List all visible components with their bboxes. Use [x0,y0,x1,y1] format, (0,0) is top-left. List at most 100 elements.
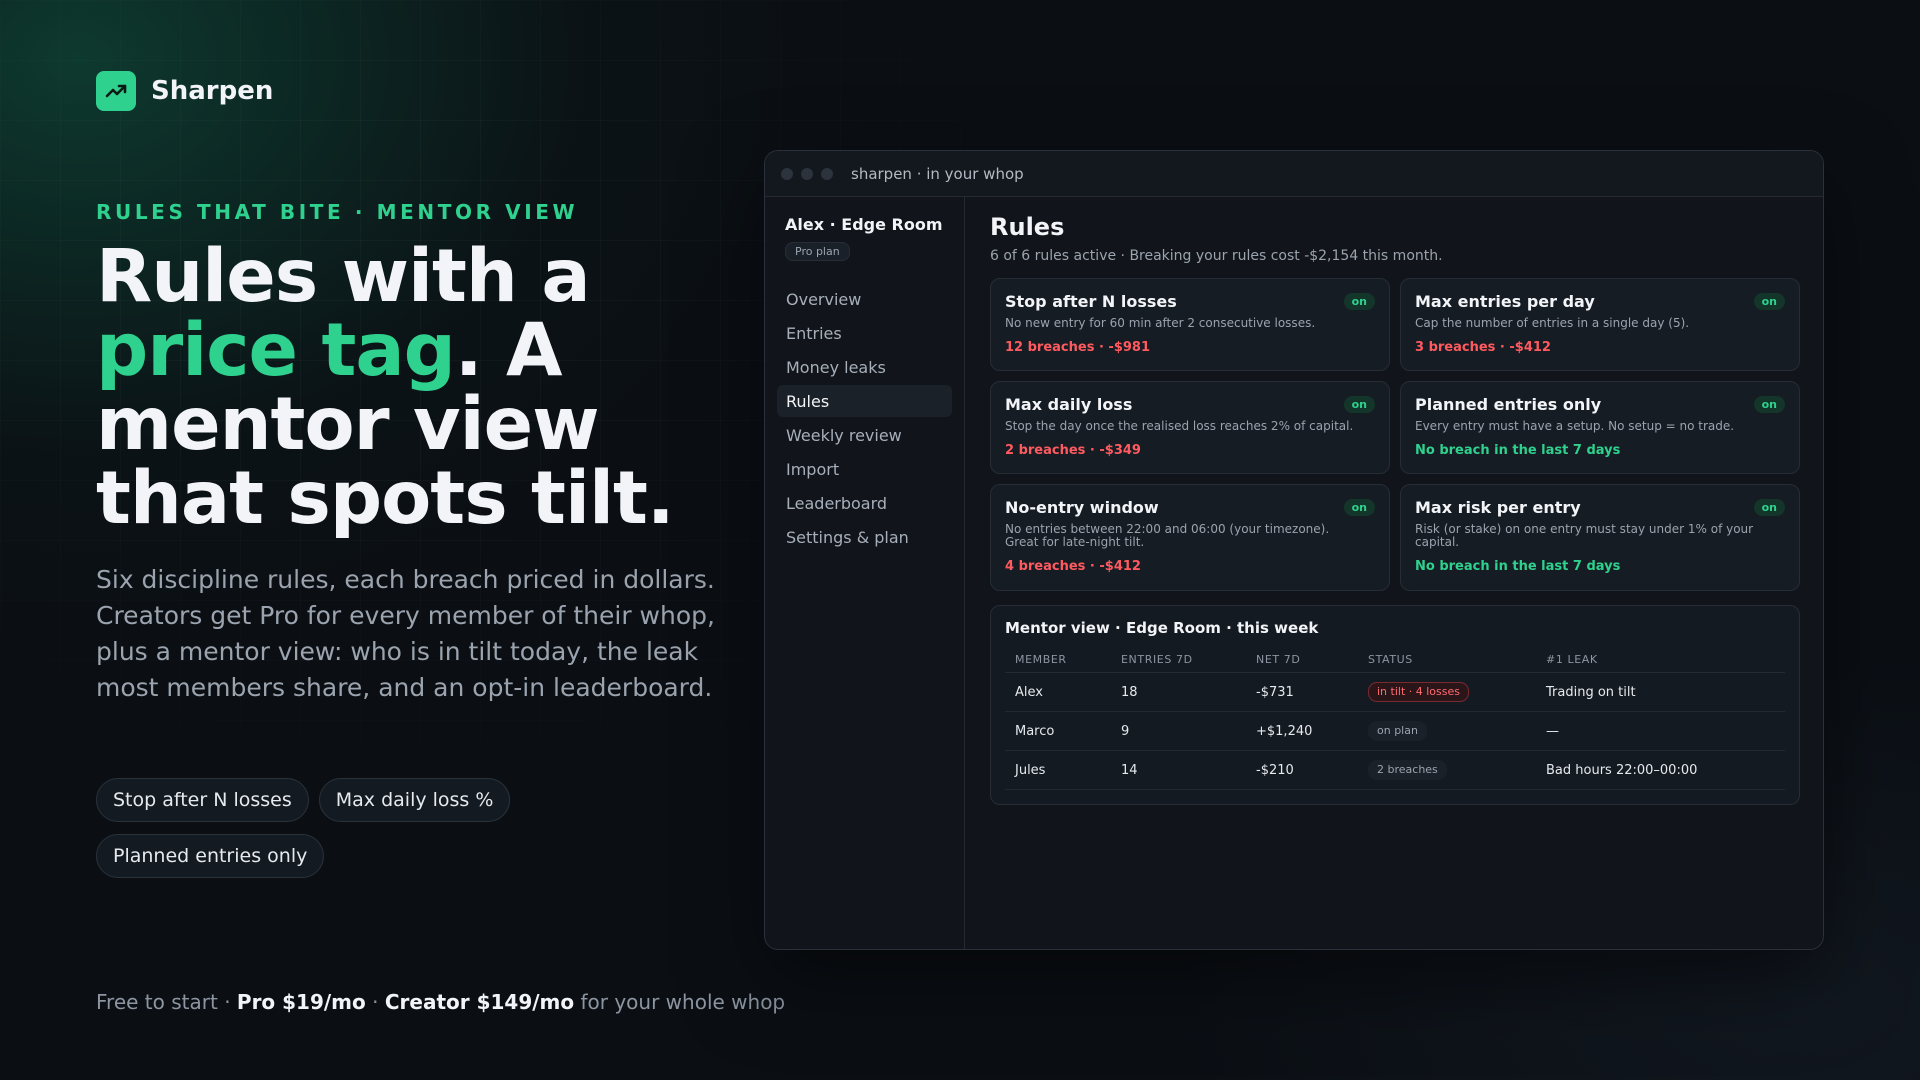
rule-description: Every entry must have a setup. No setup … [1415,419,1735,433]
column-header-status[interactable]: STATUS [1358,649,1536,673]
pricing-suffix: for your whole whop [580,990,786,1014]
sidebar-nav: Overview Entries Money leaks Rules Weekl… [777,283,952,553]
rule-card-planned-entries-only[interactable]: Planned entries only on Every entry must… [1400,381,1800,474]
app-window: sharpen · in your whop Alex · Edge Room … [764,150,1824,950]
mentor-table: MEMBER ENTRIES 7D NET 7D STATUS #1 LEAK … [1005,649,1785,790]
pricing-pro: Pro $19/mo [236,990,366,1014]
plan-badge: Pro plan [785,242,850,261]
maximize-dot-icon[interactable] [821,167,833,180]
status-cell: in tilt · 4 losses [1358,672,1536,712]
rule-title: No-entry window [1005,498,1159,517]
table-row[interactable]: Marco 9 +$1,240 on plan — [1005,711,1785,751]
window-controls [781,167,833,180]
rules-grid: Stop after N losses on No new entry for … [990,278,1800,591]
rule-toggle[interactable]: on [1753,293,1785,310]
rule-toggle[interactable]: on [1343,499,1375,516]
status-cell: 2 breaches [1358,750,1536,790]
net-value: -$210 [1246,750,1358,790]
rule-title: Max entries per day [1415,292,1595,311]
rule-toggle[interactable]: on [1343,396,1375,413]
hero-subtext: Six discipline rules, each breach priced… [96,565,715,702]
entries-count: 14 [1111,750,1246,790]
rule-title: Planned entries only [1415,395,1602,414]
sidebar-item-money-leaks[interactable]: Money leaks [777,351,952,383]
top-leak: Bad hours 22:00–00:00 [1536,750,1785,790]
close-dot-icon[interactable] [781,167,793,180]
rule-card-stop-after-n-losses[interactable]: Stop after N losses on No new entry for … [990,278,1390,371]
chip-planned-entries-only[interactable]: Planned entries only [96,834,325,878]
column-header-member[interactable]: MEMBER [1005,649,1111,673]
entries-count: 9 [1111,711,1246,751]
top-leak: Trading on tilt [1536,672,1785,712]
sidebar-item-settings-plan[interactable]: Settings & plan [777,521,952,553]
status-badge: on plan [1368,721,1427,741]
rule-card-max-risk-per-entry[interactable]: Max risk per entry on Risk (or stake) on… [1400,484,1800,591]
rule-title: Max risk per entry [1415,498,1581,517]
brand-name: Sharpen [151,76,274,106]
pricing-line: Free to start · Pro $19/mo · Creator $14… [96,990,785,1014]
sidebar-item-overview[interactable]: Overview [777,283,952,315]
headline: Rules with a price tag. A mentor view th… [96,240,736,536]
rule-description: Stop the day once the realised loss reac… [1005,419,1354,433]
rule-card-no-entry-window[interactable]: No-entry window on No entries between 22… [990,484,1390,591]
window-title: sharpen · in your whop [851,164,1024,183]
pricing-creator: Creator $149/mo [384,990,575,1014]
chip-max-daily-loss[interactable]: Max daily loss % [318,778,511,822]
rule-toggle[interactable]: on [1343,293,1375,310]
page-title: Rules [990,213,1065,241]
page-subtitle: 6 of 6 rules active · Breaking your rule… [990,248,1443,264]
rule-title: Max daily loss [1005,395,1133,414]
status-cell: on plan [1358,711,1536,751]
pricing-separator: · [224,990,231,1014]
main-content: Rules 6 of 6 rules active · Breaking you… [966,197,1823,949]
column-header-leak[interactable]: #1 LEAK [1536,649,1785,673]
status-badge: in tilt · 4 losses [1368,682,1469,702]
rule-breach-stat: 4 breaches · -$412 [1005,559,1141,574]
rule-breach-stat: 2 breaches · -$349 [1005,443,1141,458]
column-header-entries[interactable]: ENTRIES 7D [1111,649,1246,673]
sidebar-item-leaderboard[interactable]: Leaderboard [777,487,952,519]
rule-toggle[interactable]: on [1753,396,1785,413]
member-name: Jules [1005,750,1111,790]
member-name: Marco [1005,711,1111,751]
rule-description: No new entry for 60 min after 2 consecut… [1005,316,1316,330]
member-name: Alex [1005,672,1111,712]
rule-card-max-daily-loss[interactable]: Max daily loss on Stop the day once the … [990,381,1390,474]
trend-up-icon [96,71,136,111]
rule-breach-stat: 3 breaches · -$412 [1415,340,1551,355]
sidebar-item-rules[interactable]: Rules [777,385,952,417]
feature-chips: Stop after N losses Max daily loss % Pla… [96,778,636,878]
rule-breach-stat: No breach in the last 7 days [1415,559,1621,574]
column-header-net[interactable]: NET 7D [1246,649,1358,673]
rule-breach-stat: No breach in the last 7 days [1415,443,1621,458]
table-row[interactable]: Jules 14 -$210 2 breaches Bad hours 22:0… [1005,750,1785,790]
net-value: +$1,240 [1246,711,1358,751]
headline-part-1: Rules with a [96,234,591,319]
minimize-dot-icon[interactable] [801,167,813,180]
net-value: -$731 [1246,672,1358,712]
mentor-view-title: Mentor view · Edge Room · this week [1005,619,1319,637]
rule-breach-stat: 12 breaches · -$981 [1005,340,1151,355]
eyebrow: RULES THAT BITE · MENTOR VIEW [96,200,579,224]
sidebar-item-entries[interactable]: Entries [777,317,952,349]
rule-title: Stop after N losses [1005,292,1177,311]
rule-toggle[interactable]: on [1753,499,1785,516]
table-header-row: MEMBER ENTRIES 7D NET 7D STATUS #1 LEAK [1005,649,1785,673]
sidebar-item-weekly-review[interactable]: Weekly review [777,419,952,451]
rule-description: Cap the number of entries in a single da… [1415,316,1690,330]
status-badge: 2 breaches [1368,760,1447,780]
table-row[interactable]: Alex 18 -$731 in tilt · 4 losses Trading… [1005,672,1785,712]
brand[interactable]: Sharpen [96,71,273,111]
chip-stop-after-n-losses[interactable]: Stop after N losses [96,778,309,822]
pricing-separator: · [372,990,379,1014]
window-titlebar: sharpen · in your whop [765,151,1823,197]
headline-accent: price tag [96,308,456,393]
sidebar-item-import[interactable]: Import [777,453,952,485]
mentor-view-panel: Mentor view · Edge Room · this week MEMB… [990,605,1800,805]
sidebar: Alex · Edge Room Pro plan Overview Entri… [765,197,965,949]
rule-card-max-entries-per-day[interactable]: Max entries per day on Cap the number of… [1400,278,1800,371]
top-leak: — [1536,711,1785,751]
workspace-name[interactable]: Alex · Edge Room [777,215,952,234]
entries-count: 18 [1111,672,1246,712]
rule-description: No entries between 22:00 and 06:00 (your… [1005,522,1330,549]
